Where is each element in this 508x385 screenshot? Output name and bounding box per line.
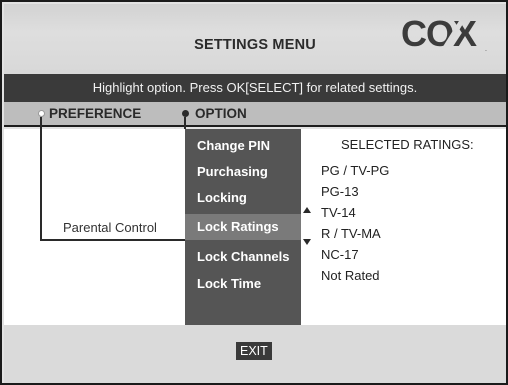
option-locking[interactable]: Locking	[185, 185, 301, 211]
option-dot-icon	[182, 110, 189, 117]
preference-tree-line	[40, 117, 42, 241]
option-change-pin[interactable]: Change PIN	[185, 133, 301, 159]
selected-ratings-title: SELECTED RATINGS:	[341, 137, 474, 152]
preference-connector-line	[40, 239, 185, 241]
rating-item: Not Rated	[321, 268, 380, 283]
rating-item: TV-14	[321, 205, 356, 220]
rating-item: R / TV-MA	[321, 226, 381, 241]
logo-dot: .	[485, 46, 487, 53]
option-lock-time[interactable]: Lock Time	[185, 271, 301, 297]
column-header-row: PREFERENCE OPTION	[4, 102, 506, 127]
option-lock-ratings[interactable]: Lock Ratings	[185, 214, 301, 240]
scroll-down-arrow-icon[interactable]	[303, 239, 311, 245]
option-purchasing[interactable]: Purchasing	[185, 159, 301, 185]
option-lock-channels[interactable]: Lock Channels	[185, 244, 301, 270]
options-list: Change PIN Purchasing Locking Lock Ratin…	[185, 129, 301, 325]
option-column-header: OPTION	[195, 106, 247, 121]
preference-column-header: PREFERENCE	[49, 106, 142, 121]
exit-button[interactable]: EXIT	[236, 342, 272, 360]
rating-item: PG-13	[321, 184, 359, 199]
rating-item: PG / TV-PG	[321, 163, 390, 178]
scroll-up-arrow-icon[interactable]	[303, 207, 311, 213]
preference-dot-icon	[38, 110, 45, 117]
rating-item: NC-17	[321, 247, 359, 262]
preference-item-parental-control[interactable]: Parental Control	[63, 220, 157, 235]
option-tree-line	[184, 117, 186, 129]
settings-screen: SETTINGS MENU COX . Highlight option. Pr…	[0, 0, 508, 385]
instruction-bar: Highlight option. Press OK[SELECT] for r…	[4, 74, 506, 102]
